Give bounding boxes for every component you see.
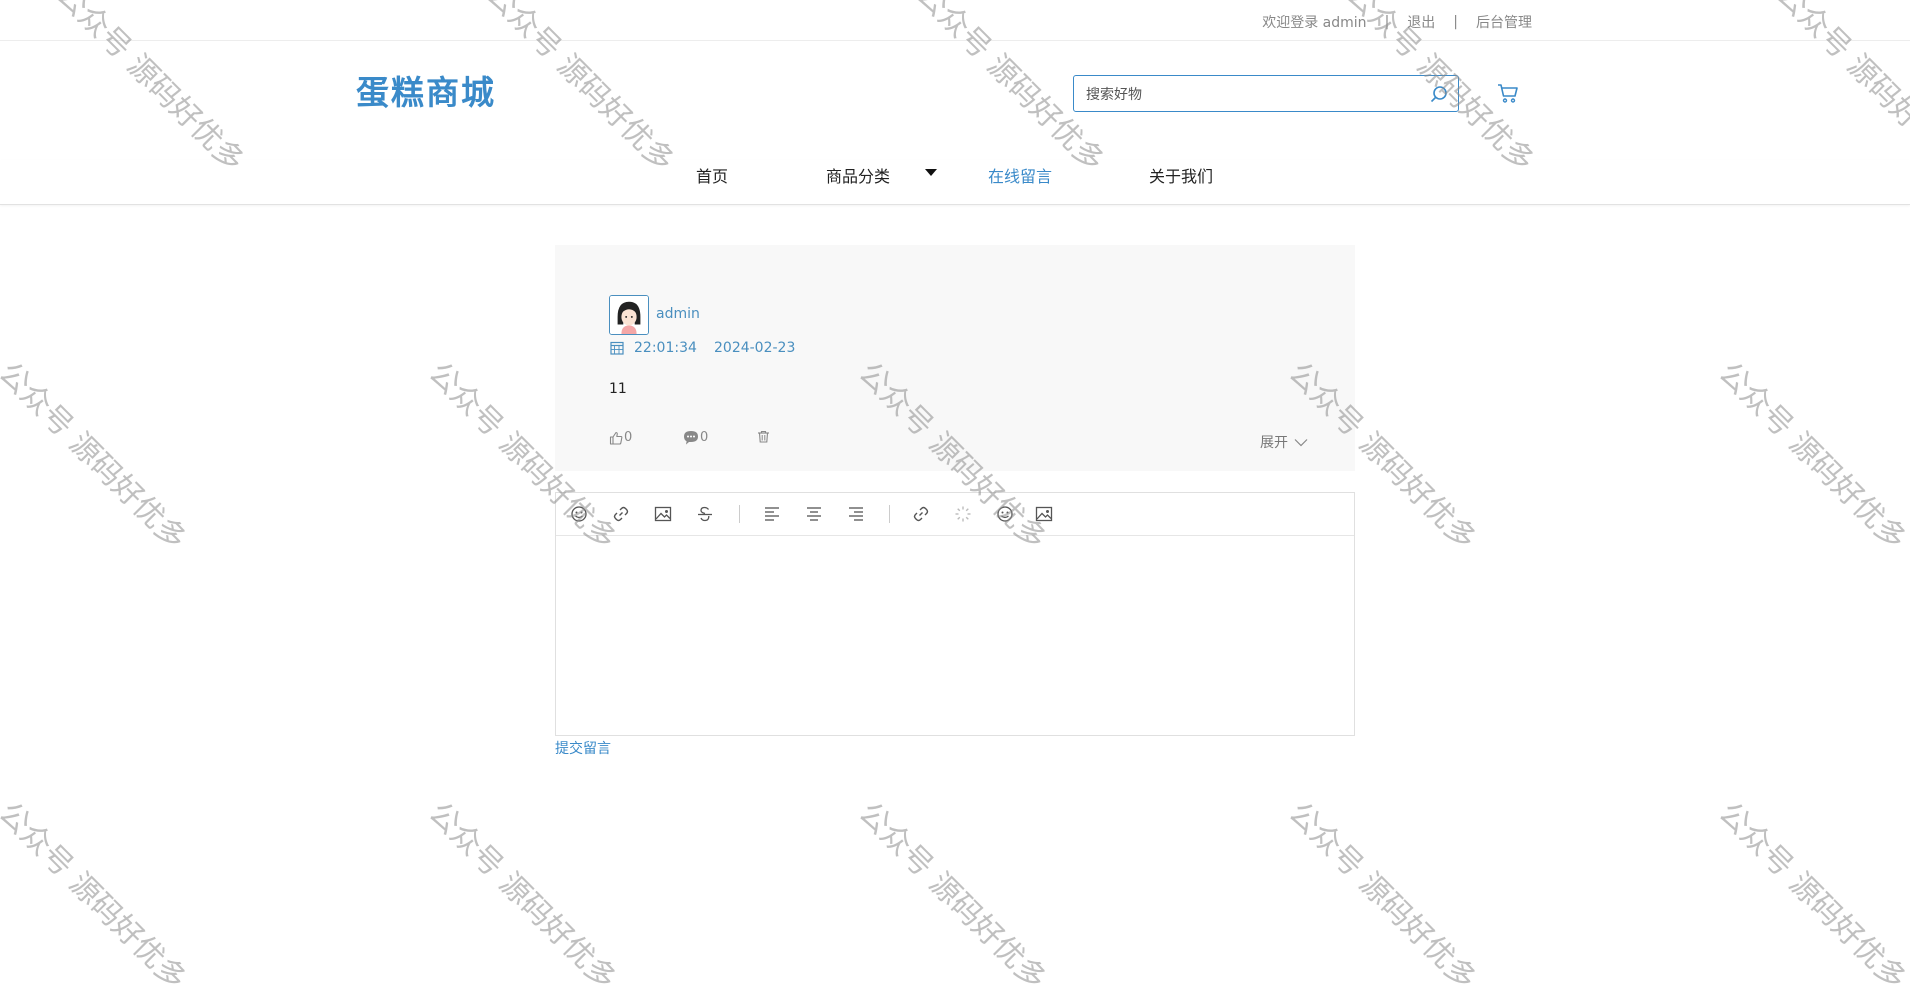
nav-item-home[interactable]: 首页 [696,163,728,187]
comment-content: 11 [609,381,627,397]
align-right-icon[interactable] [847,505,865,523]
watermark: 公众号 源码好优多 [1711,795,1910,997]
logout-link[interactable]: 退出 [1407,12,1435,32]
comment-time: 22:01:34 [634,340,697,356]
expand-label: 展开 [1260,435,1288,451]
search-box [1073,75,1459,113]
watermark: 公众号 源码好优多 [851,795,1053,997]
separator: | [1453,14,1458,30]
site-logo[interactable]: 蛋糕商城 [356,66,496,114]
watermark: 公众号 源码好优多 [0,795,193,997]
trash-icon [758,430,769,443]
emoji-icon[interactable] [996,505,1014,523]
watermark: 公众号 源码好优多 [1281,795,1483,997]
separator: | [1384,14,1390,30]
thumbs-up-icon [609,431,623,445]
chevron-down-icon [1294,438,1308,446]
nav-item-categories[interactable]: 商品分类 [826,163,890,187]
editor-text-area[interactable] [556,536,1354,735]
reply-count: 0 [700,430,709,445]
align-left-icon[interactable] [763,505,781,523]
link-icon[interactable] [912,505,930,523]
cart-icon[interactable] [1496,81,1520,105]
user-links: 欢迎登录 admin | 退出 | 后台管理 [1262,12,1532,32]
toolbar-divider [889,505,890,523]
comment-card: admin 22:01:34 2024-02-23 11 0 0 展开 [555,245,1355,471]
comment-date: 2024-02-23 [714,340,796,356]
expand-button[interactable]: 展开 [1260,432,1308,452]
welcome-text: 欢迎登录 admin [1262,15,1367,31]
submit-message-button[interactable]: 提交留言 [555,738,611,758]
emoji-icon[interactable] [570,505,588,523]
reply-button[interactable]: 0 [683,430,708,445]
watermark: 公众号 源码好优多 [421,795,623,997]
top-bar: 欢迎登录 admin | 退出 | 后台管理 [0,0,1910,41]
watermark: 公众号 源码好优多 [0,355,193,557]
admin-link[interactable]: 后台管理 [1476,12,1532,32]
loading-icon[interactable] [954,505,972,523]
image-icon[interactable] [654,505,672,523]
link-icon[interactable] [612,505,630,523]
main-nav: 首页 商品分类 在线留言 关于我们 [0,160,1910,205]
like-button[interactable]: 0 [609,430,632,445]
strikethrough-icon[interactable] [696,505,714,523]
nav-item-about[interactable]: 关于我们 [1149,163,1213,187]
avatar[interactable] [609,295,649,335]
comment-bubble-icon [684,431,698,445]
search-icon[interactable] [1430,85,1448,103]
delete-button[interactable] [757,430,770,443]
search-input[interactable] [1084,76,1418,113]
chevron-down-icon[interactable] [925,169,937,176]
like-count: 0 [624,430,633,445]
editor-toolbar [556,493,1354,536]
toolbar-divider [739,505,740,523]
calendar-icon [610,341,624,355]
message-editor [555,492,1355,736]
comment-username[interactable]: admin [656,306,700,322]
align-center-icon[interactable] [805,505,823,523]
image-icon[interactable] [1035,505,1053,523]
nav-item-messages[interactable]: 在线留言 [988,163,1052,187]
watermark: 公众号 源码好优多 [1711,355,1910,557]
